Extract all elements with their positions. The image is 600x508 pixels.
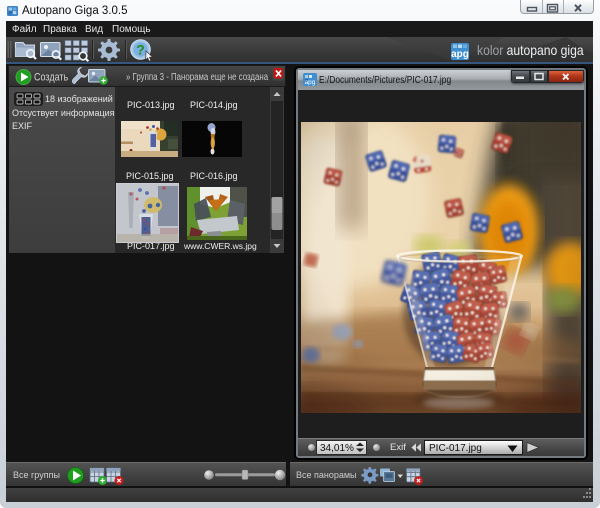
svg-text:kolor autopano giga: kolor autopano giga (477, 42, 584, 58)
svg-text:apg: apg (451, 49, 469, 60)
svg-text:Создать: Создать (34, 72, 68, 84)
svg-text:apg: apg (305, 79, 316, 86)
svg-text:» Группа 3 - Панорама еще не с: » Группа 3 - Панорама еще не создана (126, 71, 269, 82)
svg-text:?: ? (136, 42, 145, 58)
